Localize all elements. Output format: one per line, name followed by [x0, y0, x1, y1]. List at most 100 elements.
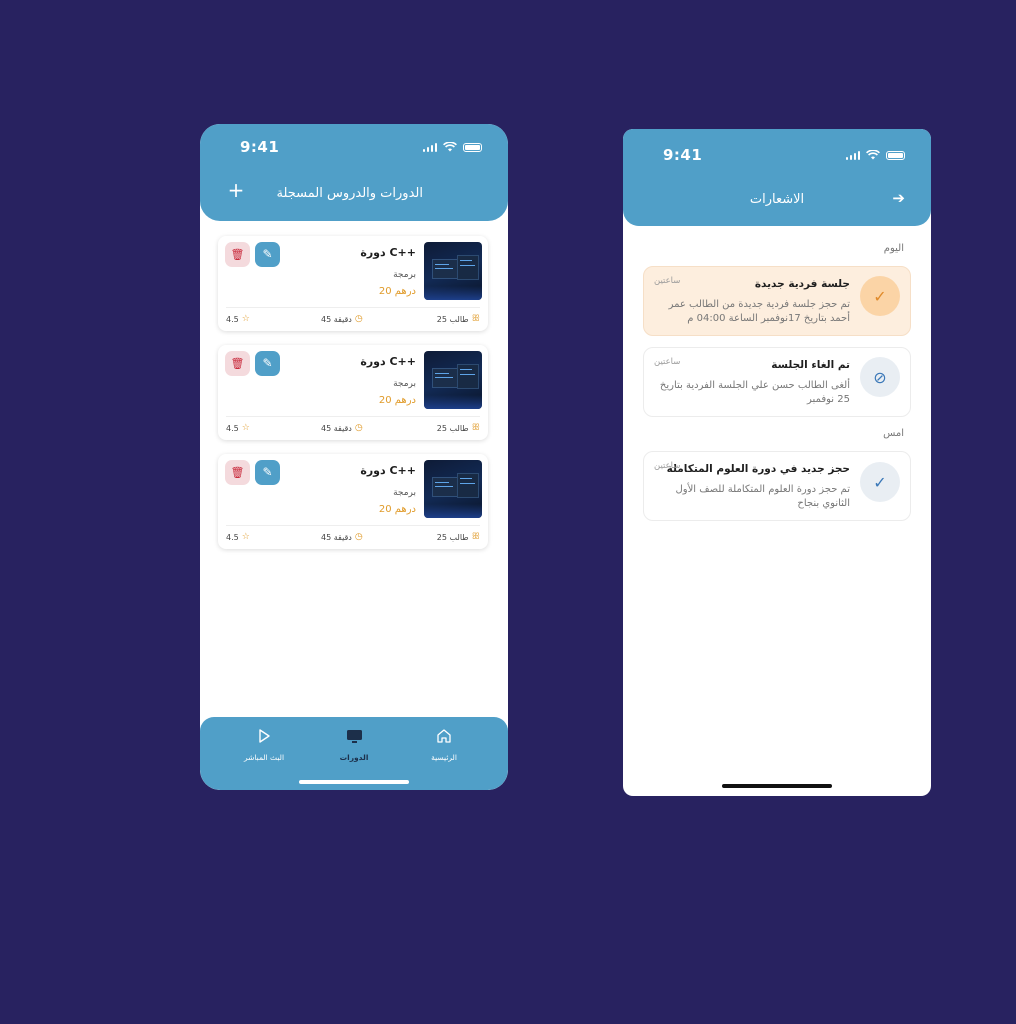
students-count: 25 طالب ꕥ [437, 314, 480, 324]
notification-title: حجز جديد في دورة العلوم المتكاملة [666, 463, 850, 475]
divider [226, 525, 480, 526]
course-thumbnail [424, 351, 482, 409]
star-icon: ☆ [241, 423, 250, 433]
delete-button[interactable]: 🗑 [225, 460, 250, 485]
section-today: اليوم [883, 243, 904, 254]
users-icon: ꕥ [471, 314, 480, 324]
course-rating: 4.5 ☆ [226, 423, 250, 433]
section-yesterday: امس [883, 428, 904, 439]
nav-label-courses: الدورات [339, 753, 369, 762]
monitor-icon [346, 729, 362, 743]
battery-icon [463, 142, 482, 152]
students-label: 25 طالب [436, 314, 469, 324]
course-price: 20 درهم [378, 286, 416, 297]
notification-item[interactable]: ✓ حجز جديد في دورة العلوم المتكاملة ساعت… [643, 451, 911, 521]
signal-icon [845, 150, 860, 160]
course-title: دورة C++ [360, 246, 416, 259]
course-duration: 45 دقيقة ◷ [321, 423, 363, 433]
course-duration: 45 دقيقة ◷ [321, 532, 363, 542]
pencil-icon: ✎ [262, 247, 273, 261]
check-icon: ✓ [860, 462, 900, 502]
edit-button[interactable]: ✎ [255, 351, 280, 376]
status-icons [845, 150, 905, 160]
notifications-header: 9:41 الاشعارات ➔ [623, 129, 931, 226]
signal-icon [422, 142, 437, 152]
home-indicator [722, 784, 832, 788]
play-icon [259, 729, 270, 743]
notification-item[interactable]: ✓ جلسة فردية جديدة ساعتين تم حجز جلسة فر… [643, 266, 911, 336]
course-rating: 4.5 ☆ [226, 532, 250, 542]
plus-icon[interactable]: + [227, 180, 245, 200]
divider [226, 416, 480, 417]
course-price: 20 درهم [378, 395, 416, 406]
nav-item-home[interactable]: الرئيسية [409, 727, 479, 762]
star-icon: ☆ [241, 314, 250, 324]
course-card[interactable]: دورة C++ برمجة 20 درهم ✎ 🗑 25 طالب ꕥ 45 د… [218, 236, 488, 331]
rating-label: 4.5 [226, 532, 239, 542]
delete-button[interactable]: 🗑 [225, 351, 250, 376]
nav-item-live[interactable]: البث المباشر [229, 727, 299, 762]
notification-body: تم حجز جلسة فردية جديدة من الطالب عمر أح… [668, 299, 850, 324]
clock-icon: ◷ [354, 314, 363, 324]
home-icon [437, 729, 451, 743]
notification-time: ساعتين [654, 276, 681, 286]
delete-button[interactable]: 🗑 [225, 242, 250, 267]
course-duration: 45 دقيقة ◷ [321, 314, 363, 324]
course-rating: 4.5 ☆ [226, 314, 250, 324]
rating-label: 4.5 [226, 314, 239, 324]
page-title: الدورات والدروس المسجلة [276, 186, 423, 201]
pencil-icon: ✎ [262, 465, 273, 479]
courses-screen: 9:41 + الدورات والدروس المسجلة دورة C++ … [200, 124, 508, 790]
course-thumbnail [424, 460, 482, 518]
cancel-icon: ⊘ [860, 357, 900, 397]
students-count: 25 طالب ꕥ [437, 532, 480, 542]
users-icon: ꕥ [471, 423, 480, 433]
nav-item-courses[interactable]: الدورات [319, 727, 389, 762]
battery-icon [886, 150, 905, 160]
course-category: برمجة [393, 379, 416, 389]
bottom-nav: البث المباشر الدورات الرئيسية [200, 717, 508, 790]
arrow-right-icon[interactable]: ➔ [892, 189, 905, 207]
wifi-icon [866, 150, 880, 160]
notification-body: ألغى الطالب حسن علي الجلسة الفردية بتاري… [659, 380, 850, 405]
notification-time: ساعتين [654, 461, 681, 471]
status-time: 9:41 [240, 138, 280, 156]
duration-label: 45 دقيقة [321, 532, 352, 542]
notifications-screen: 9:41 الاشعارات ➔ اليوم ✓ جلسة فردية جديد… [623, 129, 931, 796]
students-count: 25 طالب ꕥ [437, 423, 480, 433]
nav-label-home: الرئيسية [431, 753, 457, 762]
clock-icon: ◷ [354, 532, 363, 542]
status-icons [422, 142, 482, 152]
check-icon: ✓ [860, 276, 900, 316]
rating-label: 4.5 [226, 423, 239, 433]
status-time: 9:41 [663, 146, 703, 164]
star-icon: ☆ [241, 532, 250, 542]
trash-icon: 🗑 [230, 357, 245, 370]
course-card[interactable]: دورة C++ برمجة 20 درهم ✎ 🗑 25 طالب ꕥ 45 د… [218, 345, 488, 440]
trash-icon: 🗑 [230, 466, 245, 479]
divider [226, 307, 480, 308]
duration-label: 45 دقيقة [321, 314, 352, 324]
edit-button[interactable]: ✎ [255, 460, 280, 485]
pencil-icon: ✎ [262, 356, 273, 370]
home-indicator [299, 780, 409, 784]
notification-time: ساعتين [654, 357, 681, 367]
edit-button[interactable]: ✎ [255, 242, 280, 267]
nav-label-live: البث المباشر [243, 753, 285, 762]
users-icon: ꕥ [471, 532, 480, 542]
course-card[interactable]: دورة C++ برمجة 20 درهم ✎ 🗑 25 طالب ꕥ 45 د… [218, 454, 488, 549]
course-title: دورة C++ [360, 464, 416, 477]
notification-title: تم الغاء الجلسة [771, 359, 850, 371]
course-category: برمجة [393, 270, 416, 280]
course-category: برمجة [393, 488, 416, 498]
notification-item[interactable]: ⊘ تم الغاء الجلسة ساعتين ألغى الطالب حسن… [643, 347, 911, 417]
students-label: 25 طالب [436, 423, 469, 433]
notification-body: تم حجز دورة العلوم المتكاملة للصف الأول … [675, 484, 850, 509]
course-title: دورة C++ [360, 355, 416, 368]
page-title: الاشعارات [749, 192, 805, 207]
students-label: 25 طالب [436, 532, 469, 542]
clock-icon: ◷ [354, 423, 363, 433]
wifi-icon [443, 142, 457, 152]
notification-title: جلسة فردية جديدة [754, 278, 850, 290]
courses-header: 9:41 + الدورات والدروس المسجلة [200, 124, 508, 221]
